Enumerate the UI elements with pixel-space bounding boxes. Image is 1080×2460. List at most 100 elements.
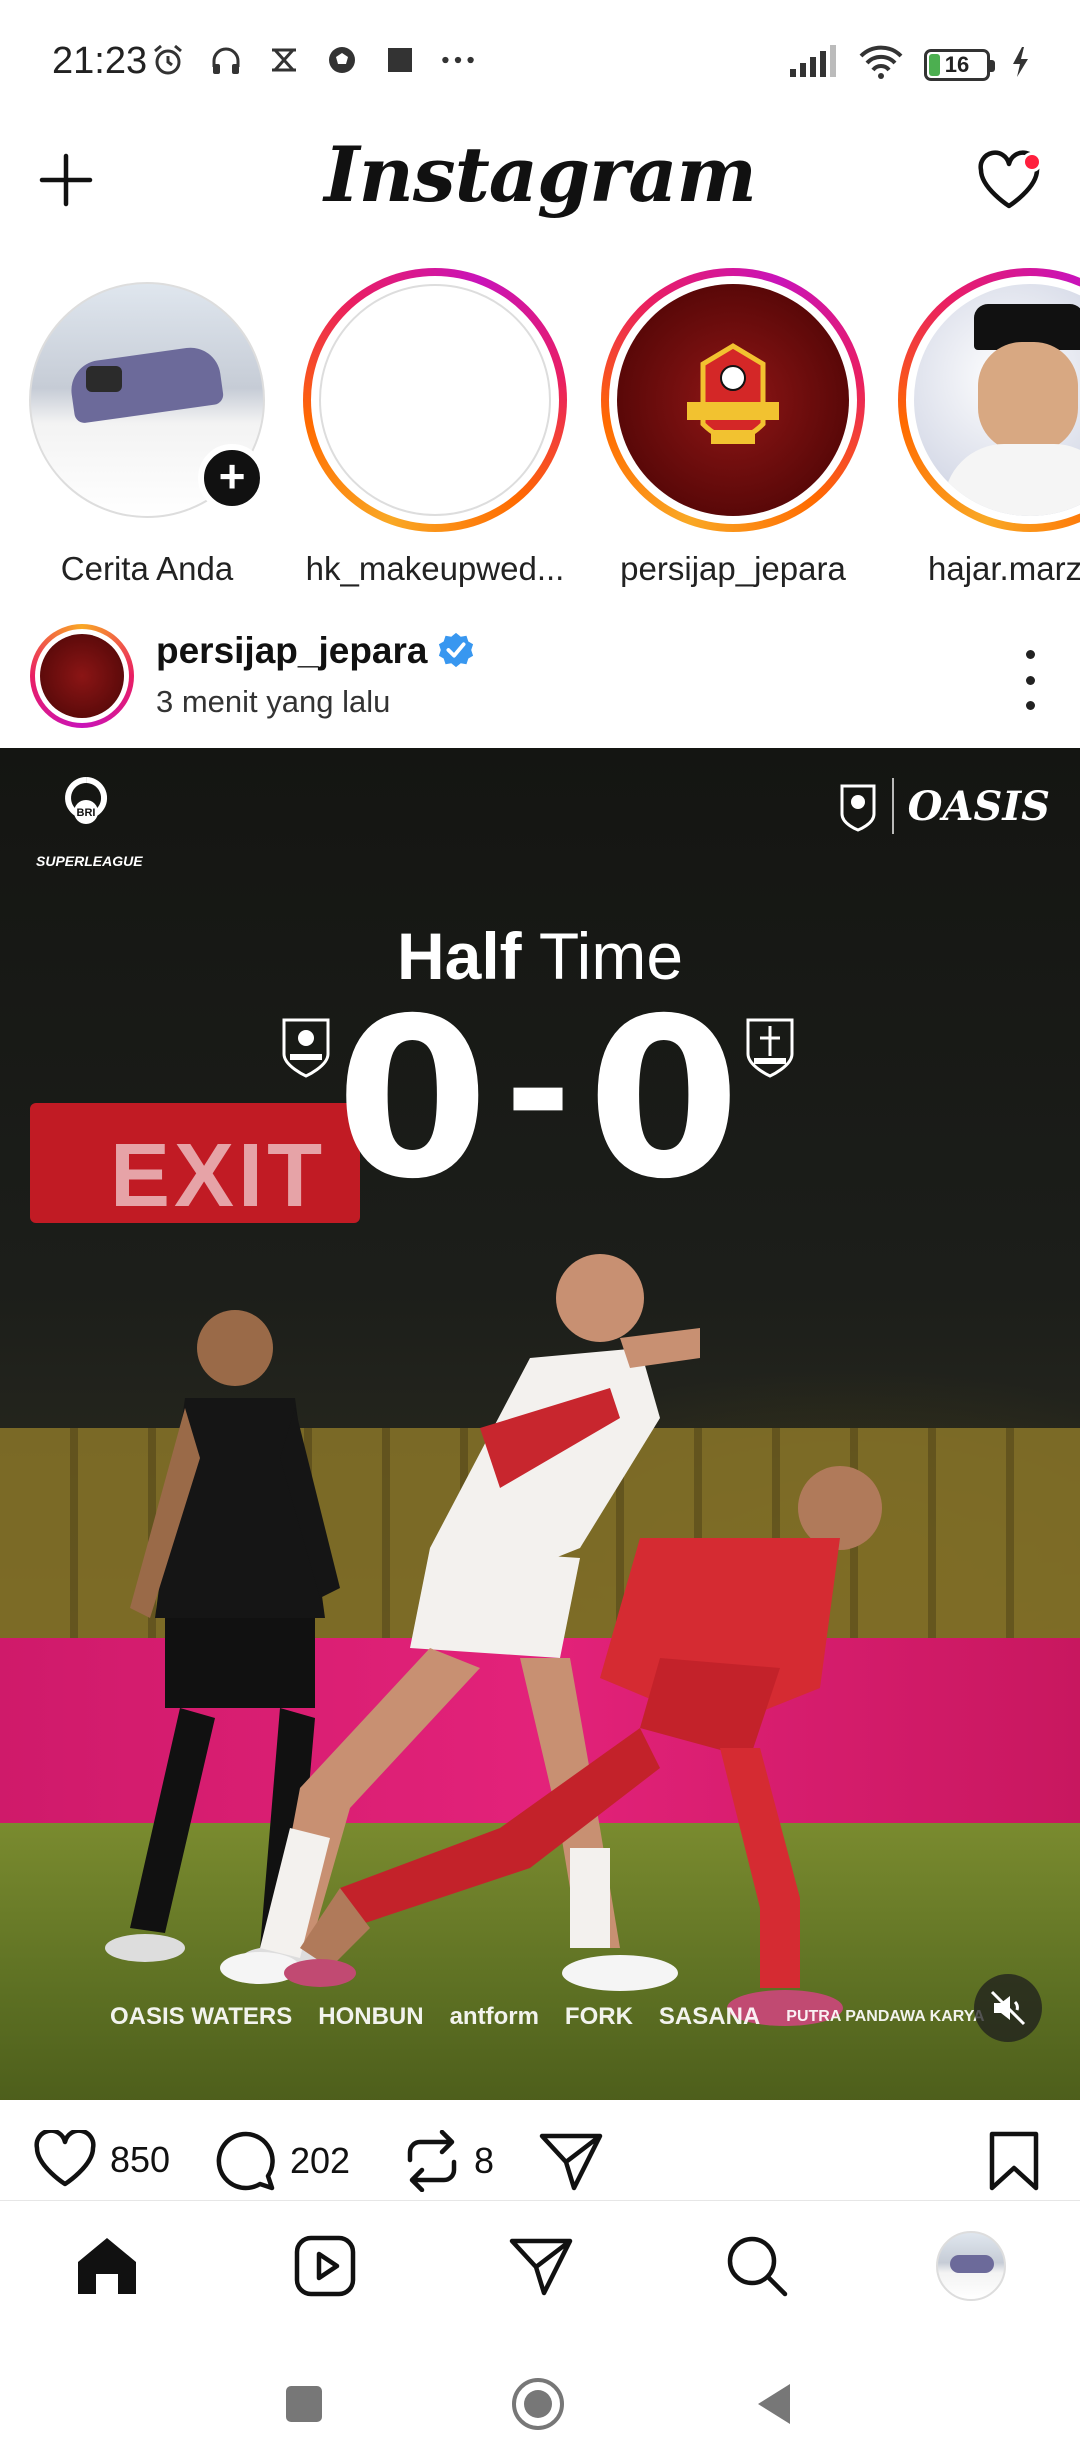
muted-speaker-icon <box>990 1990 1026 2026</box>
send-icon <box>539 2133 603 2191</box>
story-ring <box>303 268 567 532</box>
sponsor-logo: SASANA <box>658 2003 761 2030</box>
ball-icon <box>324 42 360 78</box>
story-label: Cerita Anda <box>60 550 234 587</box>
mute-toggle-button[interactable] <box>974 1974 1042 2042</box>
instagram-logo: Instagram <box>324 130 757 219</box>
post-author-avatar[interactable] <box>30 624 134 728</box>
notifications-button[interactable] <box>976 150 1046 216</box>
save-button[interactable] <box>988 2130 1040 2192</box>
signal-icon <box>788 45 838 84</box>
post-username[interactable]: persijap_jepara <box>156 630 427 671</box>
back-triangle-icon <box>758 2384 790 2424</box>
search-icon <box>727 2236 788 2297</box>
story-ring <box>898 268 1080 532</box>
heart-outline-icon <box>34 2130 96 2187</box>
sponsor-logo: OASIS WATERS <box>110 2003 293 2030</box>
square-icon <box>382 42 418 78</box>
scoreline: 0-0 <box>0 980 1080 1209</box>
comment-button[interactable]: 202 <box>214 2130 350 2192</box>
post-media[interactable]: EXIT BRI SUPERLEAGUE OASIS Half Time 0-0 <box>0 748 1080 2100</box>
league-logo: BRI SUPERLEAGUE <box>36 774 143 874</box>
sponsor-top: OASIS <box>838 778 1050 834</box>
league-emblem-icon: BRI <box>65 777 108 824</box>
headphones-icon <box>208 42 244 78</box>
like-count: 850 <box>110 2139 171 2180</box>
avatar <box>319 284 551 516</box>
post-header: persijap_jepara 3 menit yang lalu <box>0 618 1080 748</box>
system-navigation <box>0 2330 1080 2460</box>
alarm-icon <box>150 42 186 78</box>
oasis-logo: OASIS <box>907 782 1050 830</box>
battery-level: 16 <box>944 51 970 77</box>
story-label: persijap_jepara <box>620 550 846 587</box>
story-persijap-jepara[interactable]: persijap_jepara <box>598 268 868 588</box>
profile-avatar <box>936 2231 1006 2301</box>
sponsor-logo: FORK <box>564 2003 633 2030</box>
charging-icon <box>1010 45 1030 84</box>
story-label: hajar.marz <box>928 550 1080 587</box>
avatar <box>914 284 1080 516</box>
league-label: SUPERLEAGUE <box>36 853 143 869</box>
post-author[interactable]: persijap_jepara <box>156 630 475 672</box>
red-kit-player-figure <box>284 1466 882 2026</box>
sponsor-logo: HONBUN <box>318 2003 424 2030</box>
story-own[interactable]: + Cerita Anda <box>12 268 282 588</box>
repost-count: 8 <box>474 2140 495 2181</box>
svg-text:BRI: BRI <box>77 807 96 819</box>
battery-icon: 16 <box>924 48 995 81</box>
away-crest-icon <box>746 1018 794 1078</box>
post-options-button[interactable] <box>1020 650 1040 710</box>
persijap-crest-icon <box>687 343 779 444</box>
repost-button[interactable]: 8 <box>402 2130 494 2192</box>
nav-search[interactable] <box>722 2231 792 2301</box>
home-score: 0 <box>335 971 493 1227</box>
clock: 21:23 <box>52 40 148 82</box>
story-label: hk_makeupwed... <box>305 550 565 587</box>
nav-messages[interactable] <box>506 2231 576 2301</box>
status-bar: 21:23 16 <box>0 0 1080 130</box>
nav-profile[interactable] <box>936 2231 1006 2301</box>
recents-button[interactable] <box>274 2374 334 2434</box>
comment-count: 202 <box>290 2140 351 2181</box>
like-button[interactable]: 850 <box>32 2130 170 2190</box>
divider <box>891 778 894 834</box>
back-button[interactable] <box>744 2374 804 2434</box>
home-button[interactable] <box>508 2374 568 2434</box>
repost-icon <box>407 2130 457 2192</box>
score-separator: - <box>504 996 576 1183</box>
circle-icon <box>512 2378 564 2430</box>
notification-dot <box>1022 152 1042 172</box>
sponsor-logo: antform <box>449 2003 539 2030</box>
club-crest-icon <box>840 784 876 832</box>
dot <box>1025 701 1035 710</box>
reels-icon <box>294 2235 356 2297</box>
square-icon <box>286 2386 322 2422</box>
status-icons-left <box>150 42 476 78</box>
more-dots-icon <box>440 42 476 78</box>
comment-icon <box>216 2131 275 2191</box>
avatar <box>617 284 849 516</box>
bottom-navigation <box>0 2200 1080 2330</box>
dot <box>1025 675 1035 685</box>
stories-tray: + Cerita Anda hk_makeupwed... persijap_j… <box>0 268 1080 588</box>
post-actions: 850 202 8 <box>0 2100 1080 2200</box>
app-header: Instagram <box>0 130 1080 240</box>
add-story-button[interactable]: + <box>198 444 266 512</box>
home-icon <box>78 2238 136 2294</box>
status-icons-right: 16 <box>788 44 1030 85</box>
send-icon <box>509 2238 573 2296</box>
story-hajar-marz[interactable]: hajar.marz <box>888 268 1080 588</box>
nav-home[interactable] <box>72 2231 142 2301</box>
notification-icon <box>266 42 302 78</box>
verified-badge-icon <box>439 632 474 668</box>
story-hk-makeupwed[interactable]: hk_makeupwed... <box>300 268 570 588</box>
away-score: 0 <box>587 971 745 1227</box>
story-ring <box>601 268 865 532</box>
dot <box>1025 650 1035 659</box>
share-button[interactable] <box>538 2130 604 2192</box>
sponsor-strip: OASIS WATERS HONBUN antform FORK SASANA … <box>110 2003 985 2031</box>
nav-reels[interactable] <box>290 2231 360 2301</box>
bookmark-icon <box>989 2131 1039 2191</box>
wifi-icon <box>858 44 904 85</box>
